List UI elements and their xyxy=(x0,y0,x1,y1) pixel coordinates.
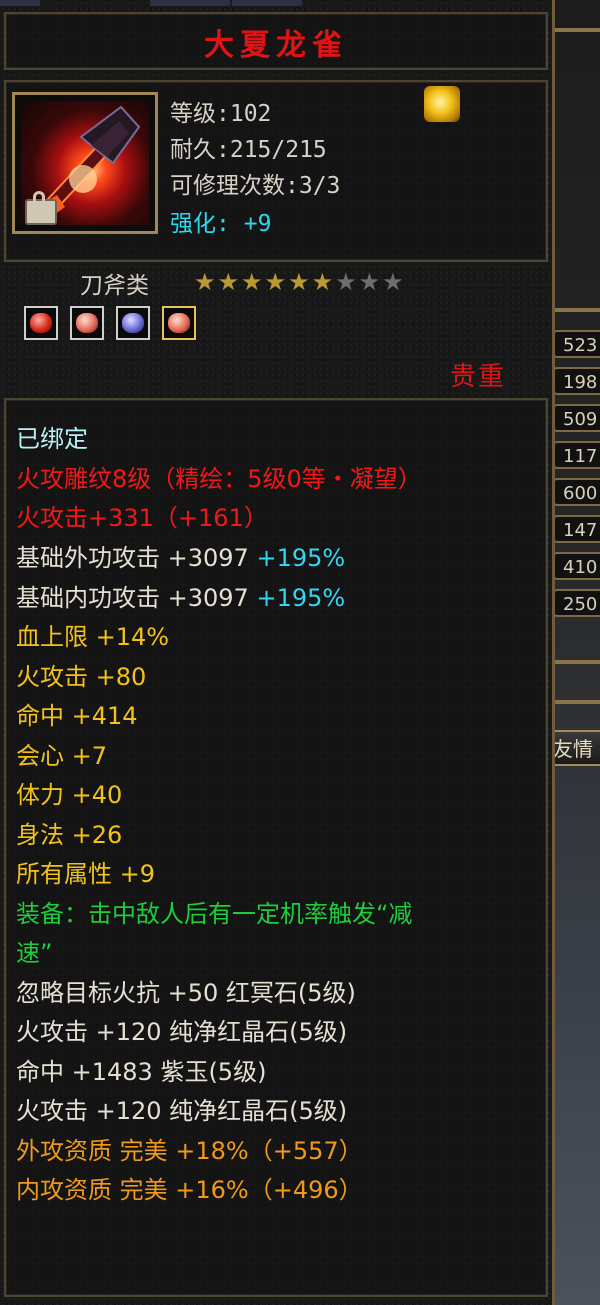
base-external-attack: 基础外功攻击 +3097 +195% xyxy=(16,543,345,573)
base-ext-label: 基础外功攻击 +3097 xyxy=(16,544,257,572)
side-stat-value: 250 xyxy=(553,589,600,617)
stat-line: 体力 +40 xyxy=(16,781,123,809)
item-icon-frame[interactable] xyxy=(12,92,158,234)
side-stat-value: 147 xyxy=(553,515,600,543)
stat-line: 身法 +26 xyxy=(16,821,123,849)
item-enhance: 强化: +9 xyxy=(170,204,271,238)
base-ext-pct: +195% xyxy=(256,544,346,572)
stat-line: 所有属性 +9 xyxy=(16,860,156,888)
equip-effect: 装备：击中敌人后有一定机率触发“减 xyxy=(16,900,413,928)
stat-line: 火攻击 +80 xyxy=(16,663,147,691)
gem-stat-line: 火攻击 +120 纯净红晶石(5级) xyxy=(16,1018,348,1046)
item-repair-count: 可修理次数:3/3 xyxy=(170,173,341,199)
star-empty-icon: ★ xyxy=(358,268,383,296)
base-int-pct: +195% xyxy=(256,584,346,612)
side-divider xyxy=(548,660,600,664)
gem-slot-4[interactable] xyxy=(162,306,196,340)
purple-jade-icon xyxy=(122,313,144,333)
weapon-category: 刀斧类 xyxy=(80,273,149,299)
star-empty-icon: ★ xyxy=(335,268,359,296)
side-stat-value: 509 xyxy=(553,404,600,432)
gem-slot-1[interactable] xyxy=(24,306,58,340)
star-empty-icon: ★ xyxy=(382,268,406,296)
star-filled-icon: ★ xyxy=(241,268,265,296)
top-strip xyxy=(150,0,230,6)
side-divider xyxy=(548,308,600,312)
quality-external: 外攻资质 完美 +18%（+557） xyxy=(16,1137,363,1165)
star-rating: ★★★★★★★★★ xyxy=(194,268,406,296)
gold-talisman-icon[interactable] xyxy=(424,86,460,122)
item-tooltip: 大夏龙雀 等级:102 耐久:215/215 可修理次数:3/3 强化: +9 … xyxy=(0,0,555,1305)
gem-stat-line: 忽略目标火抗 +50 红冥石(5级) xyxy=(16,979,356,1007)
base-internal-attack: 基础内功攻击 +3097 +195% xyxy=(16,583,345,613)
stat-line: 血上限 +14% xyxy=(16,623,170,651)
top-strip xyxy=(0,0,40,6)
gem-slot-3[interactable] xyxy=(116,306,150,340)
top-strip xyxy=(232,0,302,6)
item-name: 大夏龙雀 xyxy=(204,28,348,63)
lock-icon xyxy=(25,191,57,225)
item-durability: 耐久:215/215 xyxy=(170,137,327,163)
red-crystal-icon xyxy=(168,313,190,333)
stat-line: 会心 +7 xyxy=(16,742,108,770)
stat-line: 命中 +414 xyxy=(16,702,138,730)
bound-status: 已绑定 xyxy=(16,425,88,453)
fire-attack-main: 火攻击+331（+161） xyxy=(16,504,268,532)
side-stat-value: 410 xyxy=(553,552,600,580)
quality-internal: 内攻资质 完美 +16%（+496） xyxy=(16,1176,363,1204)
base-int-label: 基础内功攻击 +3097 xyxy=(16,584,257,612)
rarity-label: 贵重 xyxy=(450,362,507,392)
side-stat-value: 117 xyxy=(553,441,600,469)
red-crystal-icon xyxy=(76,313,98,333)
star-filled-icon: ★ xyxy=(217,268,242,296)
equip-effect-cont: 速” xyxy=(16,939,53,967)
enhance-label: 强化: xyxy=(170,211,230,237)
star-filled-icon: ★ xyxy=(311,268,336,296)
star-filled-icon: ★ xyxy=(194,268,218,296)
gem-stat-line: 火攻击 +120 纯净红晶石(5级) xyxy=(16,1097,348,1125)
red-gem-icon xyxy=(30,313,52,333)
gem-slot-2[interactable] xyxy=(70,306,104,340)
side-divider xyxy=(548,28,600,32)
star-filled-icon: ★ xyxy=(264,268,289,296)
enhance-value: +9 xyxy=(243,211,272,237)
item-level: 等级:102 xyxy=(170,101,272,127)
side-stat-value: 600 xyxy=(553,478,600,506)
side-stat-value: 523 xyxy=(553,330,600,358)
gem-stat-line: 命中 +1483 紫玉(5级) xyxy=(16,1058,267,1086)
engrave-line: 火攻雕纹8级（精绘：5级0等・凝望） xyxy=(16,465,422,493)
side-stat-value: 198 xyxy=(553,367,600,395)
side-divider xyxy=(548,700,600,704)
star-filled-icon: ★ xyxy=(288,268,312,296)
